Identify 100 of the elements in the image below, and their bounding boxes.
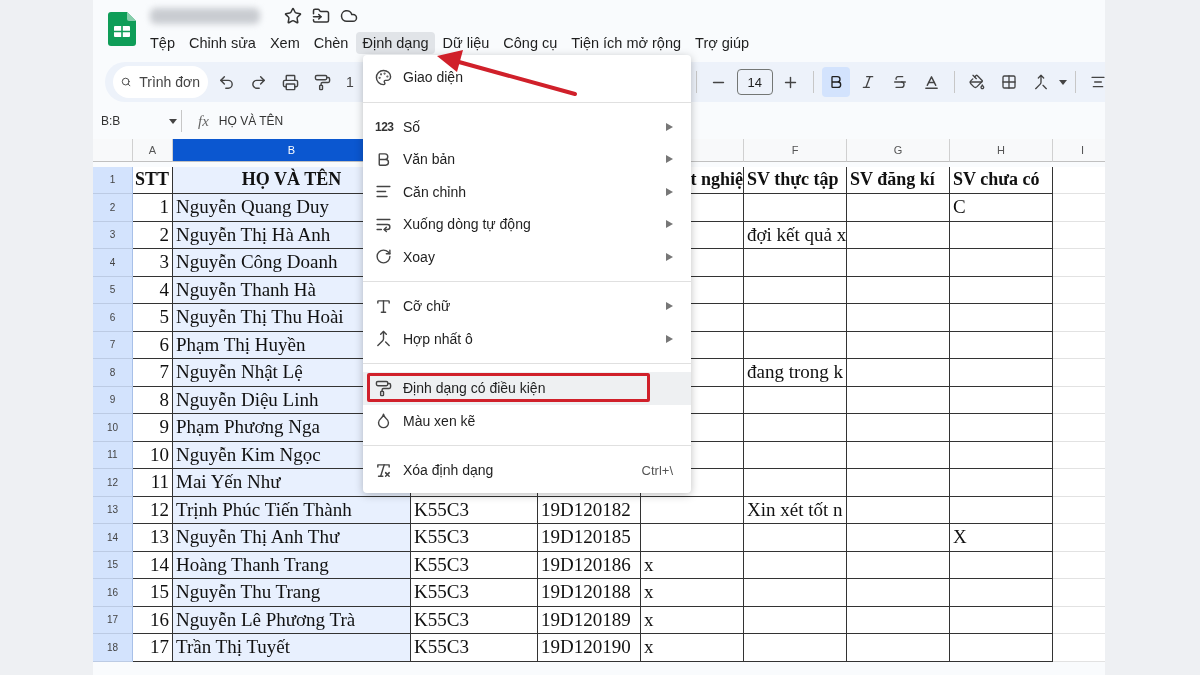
row-number[interactable]: 8: [93, 359, 133, 387]
table-cell: 19D120190: [538, 634, 641, 662]
row-number[interactable]: 13: [93, 496, 133, 524]
column-header[interactable]: G: [847, 139, 950, 162]
table-cell: K55C3: [411, 524, 538, 552]
bold-icon[interactable]: [821, 67, 850, 97]
row-number[interactable]: 6: [93, 304, 133, 332]
menu-item-icon: [375, 330, 392, 348]
menu-bar-item[interactable]: Tệp: [144, 32, 181, 54]
table-cell: 11: [133, 469, 173, 497]
row-number[interactable]: 17: [93, 606, 133, 634]
menu-bar-item[interactable]: Định dạng: [356, 32, 435, 54]
table-cell: 15: [133, 579, 173, 607]
cloud-icon[interactable]: [340, 7, 358, 25]
column-header[interactable]: F: [744, 139, 847, 162]
row-number[interactable]: 10: [93, 414, 133, 442]
row-number[interactable]: 18: [93, 634, 133, 662]
table-cell: 10: [133, 441, 173, 469]
table-cell: K55C3: [411, 606, 538, 634]
table-cell: 2: [133, 221, 173, 249]
submenu-arrow-icon: [666, 302, 673, 311]
row-number[interactable]: 7: [93, 331, 133, 359]
table-cell: Nguyễn Thu Trang: [173, 579, 411, 607]
caret-icon[interactable]: [1058, 79, 1067, 85]
row-number[interactable]: 11: [93, 441, 133, 469]
row-number[interactable]: 1: [93, 166, 133, 194]
menu-bar-item[interactable]: Chỉnh sửa: [183, 32, 262, 54]
column-heading-cell: STT: [133, 166, 173, 194]
table-cell: 12: [133, 496, 173, 524]
row-number[interactable]: 16: [93, 579, 133, 607]
formula-value[interactable]: HỌ VÀ TÊN: [218, 114, 284, 128]
table-cell: 19D120182: [538, 496, 641, 524]
zoom-value[interactable]: 1: [346, 74, 354, 90]
name-box[interactable]: B:B: [101, 114, 169, 128]
menu-item[interactable]: Giao diện: [363, 61, 691, 94]
table-cell: 17: [133, 634, 173, 662]
folder-icon[interactable]: [312, 7, 330, 25]
submenu-arrow-icon: [666, 187, 673, 196]
row-number[interactable]: 5: [93, 276, 133, 304]
menu-bar-item[interactable]: Tiện ích mở rộng: [565, 32, 688, 54]
fx-label: fx: [198, 112, 209, 130]
column-heading-cell: SV thực tập: [744, 166, 847, 194]
row-number[interactable]: 3: [93, 221, 133, 249]
row-number[interactable]: 9: [93, 386, 133, 414]
table-cell: 19D120185: [538, 524, 641, 552]
table-cell: K55C3: [411, 579, 538, 607]
number-format-glyph: 123: [375, 119, 394, 134]
menu-search-field[interactable]: Trình đơn: [113, 66, 208, 98]
row-number[interactable]: 14: [93, 524, 133, 552]
table-cell: 8: [133, 386, 173, 414]
menu-bar-item[interactable]: Dữ liệu: [436, 32, 496, 54]
table-cell: 14: [133, 551, 173, 579]
table-cell: x: [641, 579, 744, 607]
column-header[interactable]: A: [133, 139, 173, 162]
menu-item-icon: [375, 68, 392, 86]
table-cell: X: [950, 524, 1053, 552]
table-cell: 4: [133, 276, 173, 304]
star-icon[interactable]: [284, 7, 302, 25]
table-cell: Trần Thị Tuyết: [173, 634, 411, 662]
table-cell: 19D120188: [538, 579, 641, 607]
table-cell: x: [641, 634, 744, 662]
table-cell: đang trong k: [744, 359, 847, 387]
menu-item-icon: [375, 379, 392, 397]
menu-item-icon: [375, 248, 392, 266]
table-cell: Trịnh Phúc Tiến Thành: [173, 496, 411, 524]
menu-bar-item[interactable]: Trợ giúp: [689, 32, 756, 54]
table-cell: C: [950, 194, 1053, 222]
column-heading-cell: SV đăng kí: [847, 166, 950, 194]
table-cell: x: [641, 606, 744, 634]
table-cell: K55C3: [411, 551, 538, 579]
row-number[interactable]: 12: [93, 469, 133, 497]
table-cell: 19D120186: [538, 551, 641, 579]
menu-bar-item[interactable]: Công cụ: [497, 32, 564, 54]
shortcut-text: Ctrl+\: [641, 462, 673, 478]
row-number[interactable]: 15: [93, 551, 133, 579]
menu-bar-item[interactable]: Xem: [263, 32, 306, 54]
menu-bar-item[interactable]: Chèn: [307, 32, 355, 54]
table-cell: 6: [133, 331, 173, 359]
font-size-field[interactable]: 14: [736, 69, 773, 95]
table-cell: Xin xét tốt n: [744, 496, 847, 524]
table-cell: Hoàng Thanh Trang: [173, 551, 411, 579]
table-cell: Nguyễn Lê Phương Trà: [173, 606, 411, 634]
table-cell: x: [641, 551, 744, 579]
column-header[interactable]: H: [950, 139, 1053, 162]
table-cell: 16: [133, 606, 173, 634]
column-heading-cell: SV chưa có: [950, 166, 1053, 194]
submenu-arrow-icon: [666, 122, 673, 131]
table-cell: 1: [133, 194, 173, 222]
table-cell: K55C3: [411, 496, 538, 524]
table-cell: Nguyễn Thị Anh Thư: [173, 524, 411, 552]
menu-item[interactable]: Định dạng có điều kiện: [363, 372, 691, 405]
table-cell: 19D120189: [538, 606, 641, 634]
submenu-arrow-icon: [666, 252, 673, 261]
row-number[interactable]: 2: [93, 194, 133, 222]
menu-item-icon: [375, 412, 392, 430]
sheets-logo-icon[interactable]: [108, 12, 136, 46]
caret-icon[interactable]: [169, 118, 177, 124]
table-cell: 5: [133, 304, 173, 332]
submenu-arrow-icon: [666, 155, 673, 164]
row-number[interactable]: 4: [93, 249, 133, 277]
